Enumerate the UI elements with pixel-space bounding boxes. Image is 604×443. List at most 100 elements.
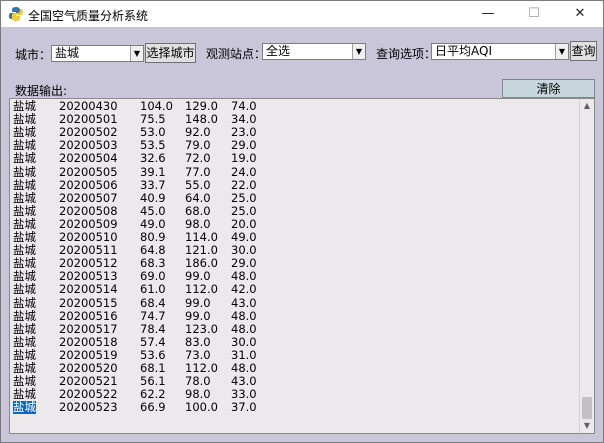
- row-value-1: 53.6: [140, 347, 166, 362]
- row-city: 盐城: [13, 256, 36, 271]
- row-value-1: 68.4: [140, 295, 166, 310]
- row-date: 20200514: [59, 282, 118, 297]
- row-value-3: 49.0: [231, 230, 257, 244]
- row-value-1: 68.3: [140, 256, 166, 271]
- row-value-2: 112.0: [185, 361, 218, 375]
- row-value-2: 129.0: [185, 99, 218, 113]
- title-bar[interactable]: 全国空气质量分析系统 — ☐ ✕: [1, 1, 603, 27]
- vertical-scrollbar[interactable]: ▲ ▼: [579, 99, 594, 433]
- row-value-3: 33.0: [231, 387, 257, 402]
- row-value-1: 78.4: [140, 321, 166, 336]
- row-value-2: 92.0: [185, 125, 211, 140]
- close-button[interactable]: ✕: [557, 1, 603, 27]
- row-value-3: 74.0: [231, 99, 257, 113]
- row-value-2: 98.0: [185, 387, 211, 402]
- row-value-2: 99.0: [185, 308, 211, 323]
- scroll-down-icon[interactable]: ▼: [580, 419, 594, 433]
- row-value-1: 75.5: [140, 112, 166, 127]
- row-value-1: 40.9: [140, 190, 166, 205]
- row-value-2: 68.0: [185, 203, 211, 218]
- city-combobox[interactable]: 盐城 ▼: [51, 45, 144, 62]
- query-combobox[interactable]: 日平均AQI ▼: [431, 43, 569, 60]
- row-date: 20200520: [59, 361, 118, 375]
- row-value-2: 83.0: [185, 334, 211, 349]
- row-value-2: 55.0: [185, 177, 211, 192]
- python-icon: [9, 7, 23, 21]
- row-date: 20200506: [59, 177, 118, 192]
- row-city: 盐城: [13, 308, 36, 323]
- row-city: 盐城: [13, 347, 36, 362]
- row-value-1: 80.9: [140, 230, 166, 244]
- city-combobox-value: 盐城: [55, 46, 80, 60]
- row-value-3: 20.0: [231, 216, 257, 231]
- output-label: 数据输出:: [15, 84, 68, 98]
- row-city: 盐城: [13, 164, 36, 179]
- row-date: 20200519: [59, 347, 118, 362]
- row-value-2: 121.0: [185, 243, 218, 258]
- row-value-1: 104.0: [140, 99, 173, 113]
- scroll-thumb[interactable]: [582, 397, 592, 419]
- row-value-1: 61.0: [140, 282, 166, 297]
- row-city: 盐城: [13, 177, 36, 192]
- row-city: 盐城: [13, 361, 36, 375]
- row-value-3: 42.0: [231, 282, 257, 297]
- row-date: 20200507: [59, 190, 118, 205]
- row-city: 盐城: [13, 151, 36, 166]
- row-value-1: 49.0: [140, 216, 166, 231]
- row-value-1: 33.7: [140, 177, 166, 192]
- row-date: 20200518: [59, 334, 118, 349]
- row-city: 盐城: [13, 112, 36, 127]
- select-city-button[interactable]: 选择城市: [145, 43, 196, 63]
- row-city: 盐城: [13, 203, 36, 218]
- row-value-2: 98.0: [185, 216, 211, 231]
- clear-button[interactable]: 清除: [502, 79, 595, 98]
- row-value-2: 114.0: [185, 230, 218, 244]
- query-combobox-value: 日平均AQI: [435, 44, 492, 58]
- row-value-2: 79.0: [185, 138, 211, 153]
- row-date: 20200510: [59, 230, 118, 244]
- row-value-1: 53.5: [140, 138, 166, 153]
- row-value-1: 69.0: [140, 269, 166, 284]
- row-value-2: 112.0: [185, 282, 218, 297]
- row-date: 20200430: [59, 99, 118, 113]
- row-value-3: 34.0: [231, 112, 257, 127]
- row-value-3: 31.0: [231, 347, 257, 362]
- row-value-3: 43.0: [231, 374, 257, 389]
- row-value-3: 29.0: [231, 138, 257, 153]
- minimize-button[interactable]: —: [465, 1, 511, 27]
- query-button[interactable]: 查询: [570, 41, 597, 61]
- station-combobox-value: 全选: [266, 44, 291, 58]
- row-value-3: 30.0: [231, 243, 257, 258]
- row-value-3: 48.0: [231, 308, 257, 323]
- row-value-3: 48.0: [231, 321, 257, 336]
- row-date: 20200502: [59, 125, 118, 140]
- row-value-3: 37.0: [231, 400, 257, 415]
- chevron-down-icon[interactable]: ▼: [555, 44, 568, 59]
- row-value-2: 123.0: [185, 321, 218, 336]
- scroll-up-icon[interactable]: ▲: [580, 99, 594, 113]
- maximize-button[interactable]: ☐: [511, 1, 557, 27]
- station-combobox[interactable]: 全选 ▼: [262, 43, 366, 60]
- city-label: 城市：: [15, 48, 52, 62]
- row-value-2: 100.0: [185, 400, 218, 415]
- row-date: 20200516: [59, 308, 118, 323]
- row-value-1: 56.1: [140, 374, 166, 389]
- row-value-1: 53.0: [140, 125, 166, 140]
- row-value-2: 99.0: [185, 269, 211, 284]
- row-value-3: 48.0: [231, 269, 257, 284]
- chevron-down-icon[interactable]: ▼: [130, 46, 143, 61]
- station-label: 观测站点：: [206, 47, 267, 61]
- output-textbox[interactable]: 盐城 20200430 104.0 129.0 74.0 盐城 20200501 75.5 14…: [9, 98, 595, 434]
- row-city: 盐城: [13, 321, 36, 336]
- row-date: 20200522: [59, 387, 118, 402]
- chevron-down-icon[interactable]: ▼: [352, 44, 365, 59]
- row-date: 20200505: [59, 164, 118, 179]
- row-date: 20200503: [59, 138, 118, 153]
- row-date: 20200501: [59, 112, 118, 127]
- row-value-2: 77.0: [185, 164, 211, 179]
- row-date: 20200517: [59, 321, 118, 336]
- row-city: 盐城: [13, 138, 36, 153]
- row-city: 盐城: [13, 295, 36, 310]
- row-city: 盐城: [13, 374, 36, 389]
- row-date: 20200523: [59, 400, 118, 415]
